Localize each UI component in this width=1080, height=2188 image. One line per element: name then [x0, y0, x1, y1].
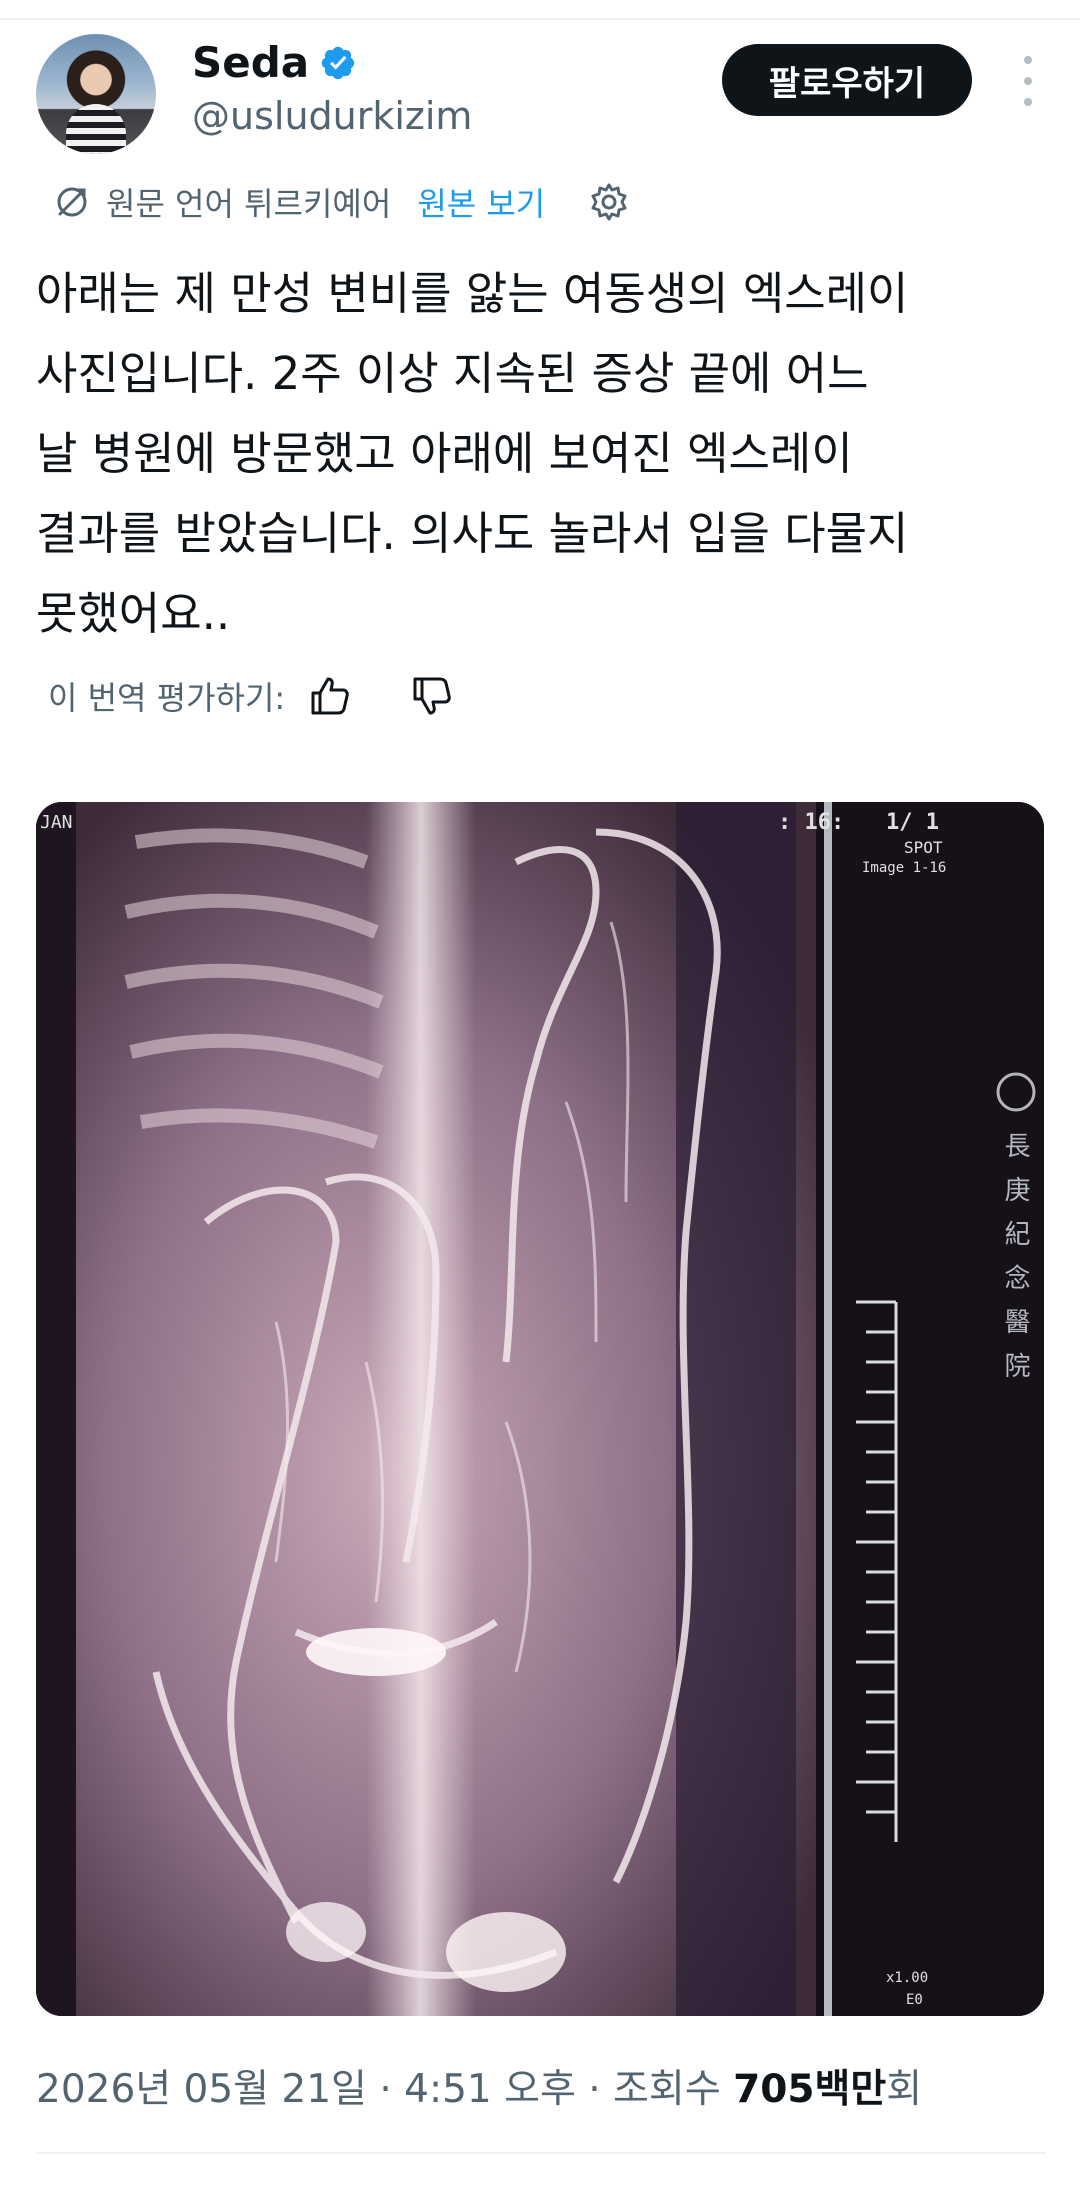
tweet-line: 아래는 제 만성 변비를 앓는 여동생의 엑스레이: [36, 267, 909, 320]
xray-label-bottom: E0: [906, 1992, 923, 2008]
display-name[interactable]: Seda: [192, 38, 309, 87]
translation-notice: 원문 언어 튀르키예어 원본 보기: [52, 176, 631, 228]
tweet-datetime[interactable]: 2026년 05월 21일 · 4:51 오후 · 조회수: [36, 2067, 733, 2112]
xray-label-scale: x1.00: [886, 1970, 929, 1986]
xray-label-spot: SPOT: [904, 838, 943, 857]
tweet-header: Seda @usludurkizim 팔로우하기: [36, 32, 1046, 154]
rate-translation-label: 이 번역 평가하기:: [48, 679, 286, 717]
tweet-text: 아래는 제 만성 변비를 앓는 여동생의 엑스레이 사진입니다. 2주 이상 지…: [36, 254, 1046, 654]
view-count: 705백만: [733, 2067, 887, 2112]
thumbs-up-icon[interactable]: [307, 673, 353, 719]
view-count-suffix: 회: [886, 2067, 923, 2112]
xray-illustration: [36, 802, 1044, 2016]
show-original-link[interactable]: 원본 보기: [417, 179, 545, 225]
more-vertical-icon[interactable]: [1016, 56, 1040, 106]
bottom-divider: [36, 2152, 1046, 2154]
xray-label-frame: 1/ 1: [886, 810, 939, 835]
xray-label-image: Image 1-16: [862, 860, 947, 876]
tweet-media-xray-image[interactable]: JAN : 16: 1/ 1 SPOT Image 1-16 長庚紀念醫院 x1…: [36, 802, 1044, 2016]
tweet-line: 날 병원에 방문했고 아래에 보여진 엑스레이: [36, 427, 853, 480]
follow-button[interactable]: 팔로우하기: [722, 44, 972, 116]
tweet-line: 결과를 받았습니다. 의사도 놀라서 입을 다물지: [36, 507, 909, 560]
xray-label-counter: : 16:: [778, 810, 845, 835]
tweet-line: 못했어요..: [36, 587, 231, 640]
xray-label-jan: JAN: [40, 812, 73, 833]
rate-translation: 이 번역 평가하기:: [48, 668, 455, 724]
tweet-meta: 2026년 05월 21일 · 4:51 오후 · 조회수 705백만회: [36, 2058, 922, 2114]
translation-source-label: 원문 언어 튀르키예어: [106, 185, 392, 223]
avatar[interactable]: [36, 34, 156, 154]
verified-badge-icon: [321, 46, 355, 79]
xray-hospital-vertical: 長庚紀念醫院: [1000, 1132, 1030, 1396]
translate-icon: [57, 187, 87, 217]
top-divider: [0, 18, 1080, 20]
user-handle[interactable]: @usludurkizim: [192, 94, 472, 138]
name-row: Seda: [192, 38, 357, 87]
thumbs-down-icon[interactable]: [409, 673, 455, 719]
tweet-line: 사진입니다. 2주 이상 지속된 증상 끝에 어느: [36, 347, 869, 400]
gear-icon[interactable]: [587, 180, 631, 224]
